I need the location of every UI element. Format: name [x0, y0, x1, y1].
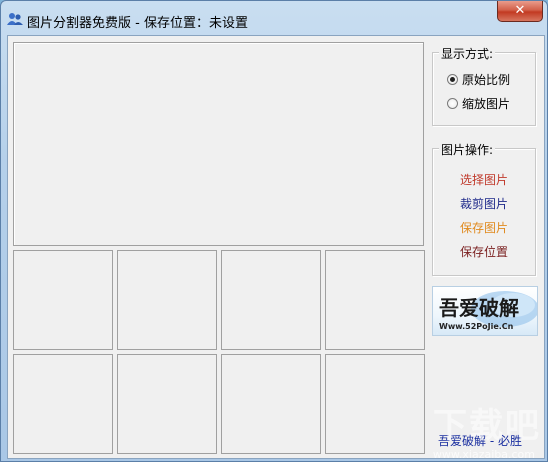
- thumbnail-pane-7[interactable]: [221, 354, 321, 454]
- main-preview-pane[interactable]: [13, 42, 424, 246]
- select-image-link[interactable]: 选择图片: [433, 171, 535, 188]
- watermark-logo: 下载吧: [433, 406, 541, 446]
- window-title: 图片分割器免费版 - 保存位置：未设置: [27, 16, 248, 31]
- operations-group: 图片操作: 选择图片 裁剪图片 保存图片 保存位置: [432, 141, 536, 276]
- radio-original-ratio[interactable]: 原始比例: [447, 71, 510, 88]
- operations-title: 图片操作:: [439, 141, 496, 158]
- close-icon: ✕: [514, 3, 526, 18]
- radio-label-original: 原始比例: [462, 73, 511, 87]
- title-bar[interactable]: 图片分割器免费版 - 保存位置：未设置 ✕: [1, 1, 547, 35]
- app-window: 图片分割器免费版 - 保存位置：未设置 ✕ 显示方式: 原始比例 缩放图片 图片…: [0, 0, 548, 462]
- radio-scale-image[interactable]: 缩放图片: [447, 95, 510, 112]
- thumbnail-pane-1[interactable]: [13, 250, 113, 350]
- logo-graphic: 吾爱破解 Www.52PoJie.Cn: [439, 291, 537, 331]
- save-location-link[interactable]: 保存位置: [433, 243, 535, 260]
- radio-label-scale: 缩放图片: [462, 97, 511, 111]
- users-icon: [7, 13, 23, 25]
- thumbnail-pane-6[interactable]: [117, 354, 217, 454]
- close-button[interactable]: ✕: [497, 1, 543, 22]
- thumbnail-pane-3[interactable]: [221, 250, 321, 350]
- thumbnail-pane-5[interactable]: [13, 354, 113, 454]
- thumbnail-pane-8[interactable]: [325, 354, 425, 454]
- thumbnail-pane-2[interactable]: [117, 250, 217, 350]
- display-mode-title: 显示方式:: [439, 45, 496, 62]
- client-area: 显示方式: 原始比例 缩放图片 图片操作: 选择图片 裁剪图片 保存图片 保存位…: [7, 35, 545, 459]
- watermark-url: www.xiazaiba.com: [432, 448, 535, 461]
- radio-unchecked-icon[interactable]: [447, 98, 458, 109]
- crop-image-link[interactable]: 裁剪图片: [433, 195, 535, 212]
- display-mode-group: 显示方式: 原始比例 缩放图片: [432, 45, 536, 126]
- radio-checked-icon[interactable]: [447, 74, 458, 85]
- svg-text:吾爱破解: 吾爱破解: [439, 296, 519, 320]
- 52pojie-logo[interactable]: 吾爱破解 Www.52PoJie.Cn: [432, 286, 538, 336]
- svg-text:Www.52PoJie.Cn: Www.52PoJie.Cn: [439, 322, 514, 331]
- thumbnail-pane-4[interactable]: [325, 250, 425, 350]
- save-image-link[interactable]: 保存图片: [433, 219, 535, 236]
